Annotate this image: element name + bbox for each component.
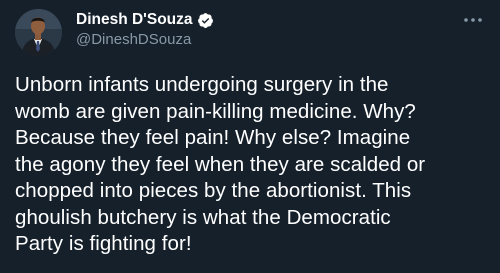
more-horizontal-icon — [464, 18, 482, 22]
tweet-text-line: ghoulish butchery is what the Democratic — [15, 205, 391, 229]
tweet-text: Unborn infants undergoing surgery in the… — [15, 72, 493, 258]
tweet-text-line: Because they feel pain! Why else? Imagin… — [15, 126, 411, 149]
tweet-text-line: chopped into pieces by the abortionist. … — [15, 179, 412, 202]
author-display-name[interactable]: Dinesh D'Souza — [76, 11, 193, 29]
verified-badge-icon — [197, 12, 214, 29]
author-handle[interactable]: @DineshDSouza — [76, 31, 191, 48]
more-options-button[interactable] — [458, 10, 488, 30]
tweet-text-line: Party is fighting for! — [15, 232, 192, 255]
author-name-row: Dinesh D'Souza — [76, 10, 214, 30]
tweet-text-line: womb are given pain-killing medicine. Wh… — [15, 99, 416, 123]
tweet-card: Dinesh D'Souza @DineshDSouza Unborn infa… — [0, 0, 500, 273]
avatar[interactable] — [15, 9, 62, 56]
tweet-text-line: the agony they feel when they are scalde… — [15, 152, 426, 176]
tweet-text-line: Unborn infants undergoing surgery in the — [15, 73, 389, 96]
